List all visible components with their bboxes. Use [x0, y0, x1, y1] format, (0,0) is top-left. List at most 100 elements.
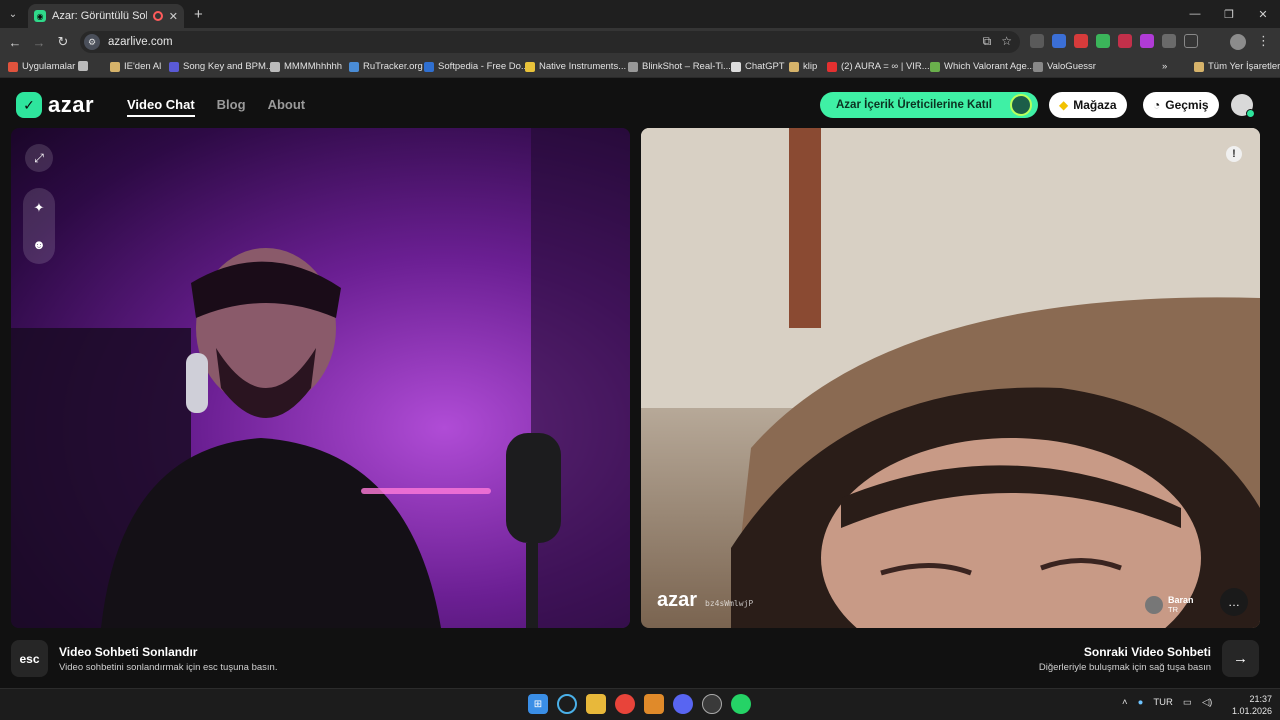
file-explorer-icon[interactable] [586, 694, 606, 714]
system-tray: ˄ ● TUR ▭ ◁) [1122, 697, 1212, 708]
back-button[interactable]: ← [3, 28, 27, 56]
effects-toolbar: ✦ ☻ [23, 188, 55, 264]
close-tab-icon[interactable]: ✕ [169, 10, 178, 23]
expand-icon[interactable]: ⤢ [25, 144, 53, 172]
bookmark-item[interactable]: Native Instruments... [525, 61, 626, 72]
peer-avatar [1145, 595, 1163, 614]
sparkle-effects-icon[interactable]: ✦ [27, 196, 51, 220]
bookmark-item[interactable]: klip [789, 61, 817, 72]
address-bar[interactable]: ⚙ azarlive.com ⧉ ☆ [80, 31, 1020, 53]
clock-date: 1.01.2026 [1232, 706, 1273, 716]
azar-logo[interactable]: ✓ azar [16, 92, 94, 118]
bookmark-item[interactable]: ChatGPT [731, 61, 785, 72]
face-filter-icon[interactable]: ☻ [27, 232, 51, 256]
network-icon[interactable]: ▭ [1183, 697, 1192, 708]
apps-icon [8, 61, 18, 72]
nav-video-chat[interactable]: Video Chat [127, 97, 195, 117]
main-nav: Video Chat Blog About [127, 97, 305, 117]
extension-icon[interactable] [1096, 34, 1110, 48]
fl-studio-icon[interactable] [644, 694, 664, 714]
chat-bubble-icon[interactable]: … [1220, 588, 1248, 616]
shop-label: Mağaza [1073, 98, 1117, 112]
extension-icon[interactable] [1074, 34, 1088, 48]
reload-button[interactable]: ↻ [51, 28, 75, 56]
bookmark-item[interactable]: Song Key and BPM... [169, 61, 274, 72]
end-chat-button[interactable]: esc [11, 640, 48, 677]
nav-blog[interactable]: Blog [217, 97, 246, 117]
language-indicator[interactable]: TUR [1153, 697, 1173, 708]
extension-icon[interactable] [1030, 34, 1044, 48]
site-info-icon[interactable]: ⚙ [84, 34, 100, 50]
bookmark-star-icon[interactable]: ☆ [1001, 34, 1012, 49]
forward-button[interactable]: → [27, 28, 51, 56]
next-chat-button[interactable]: → [1222, 640, 1259, 677]
extension-icon[interactable] [1118, 34, 1132, 48]
app-icon[interactable] [702, 694, 722, 714]
next-chat-description: Diğerleriyle buluşmak için sağ tuşa bası… [1038, 662, 1211, 673]
remote-video-scene [641, 128, 1260, 628]
bookmark-item[interactable]: (2) AURA = ∞ | VIR... [827, 61, 930, 72]
bookmark-item[interactable]: MMMMhhhhh [270, 61, 342, 72]
microphone-icon[interactable]: ● [1138, 697, 1144, 708]
arrow-right-icon: → [1233, 650, 1248, 667]
azar-logo-icon: ✓ [16, 92, 42, 118]
bookmark-item[interactable]: Which Valorant Age... [930, 61, 1035, 72]
chrome-icon[interactable] [615, 694, 635, 714]
minimize-button[interactable]: — [1178, 0, 1212, 28]
online-status-icon [1246, 109, 1255, 118]
more-bookmarks-icon[interactable]: » [1162, 61, 1167, 72]
watermark-id: bz4sWmlwjP [705, 599, 754, 608]
bookmark-item[interactable]: Uygulamalar [8, 61, 75, 72]
bookmark-item[interactable]: RuTracker.org [349, 61, 423, 72]
azar-favicon-icon: ◉ [34, 10, 46, 22]
volume-icon[interactable]: ◁) [1202, 697, 1212, 708]
gem-icon: ◆ [1059, 98, 1069, 112]
puzzle-icon[interactable] [1162, 34, 1176, 48]
new-tab-button[interactable]: + [194, 6, 203, 23]
grid-icon[interactable] [78, 61, 88, 71]
restore-button[interactable]: ❐ [1212, 0, 1246, 28]
whatsapp-icon[interactable] [731, 694, 751, 714]
peer-name: Baran [1168, 595, 1194, 605]
user-avatar[interactable] [1231, 94, 1255, 118]
folder-icon [110, 61, 120, 72]
bookmark-item[interactable]: IE'den Al [110, 61, 161, 72]
start-icon[interactable]: ⊞ [528, 694, 548, 714]
remote-video: ! azar bz4sWmlwjP Baran TR … [641, 128, 1260, 628]
discord-icon[interactable] [673, 694, 693, 714]
bookmark-item[interactable]: BlinkShot – Real-Ti... [628, 61, 731, 72]
shop-button[interactable]: ◆ Mağaza [1049, 92, 1127, 118]
report-icon[interactable]: ! [1226, 146, 1242, 162]
extension-icon[interactable] [1052, 34, 1066, 48]
close-window-button[interactable]: ✕ [1246, 0, 1280, 28]
creator-join-button[interactable]: Azar İçerik Üreticilerine Katıl [820, 92, 1038, 118]
clock-time: 21:37 [1249, 694, 1273, 704]
end-chat-title: Video Sohbeti Sonlandır [59, 645, 198, 659]
nav-about[interactable]: About [268, 97, 306, 117]
folder-icon [789, 61, 799, 72]
system-clock[interactable]: 21:37 1.01.2026 [1232, 693, 1272, 717]
reading-list-icon[interactable] [1184, 34, 1198, 48]
peer-info[interactable]: Baran TR [1145, 595, 1194, 614]
peer-country: TR [1168, 605, 1178, 614]
bookmarks-bar: Uygulamalar IE'den Al Song Key and BPM..… [0, 56, 1280, 78]
history-button[interactable]: ◔ Geçmiş [1143, 92, 1219, 118]
extension-icon[interactable] [1140, 34, 1154, 48]
menu-icon[interactable]: ⋮ [1257, 33, 1270, 49]
local-video-scene [11, 128, 630, 628]
call-controls: esc Video Sohbeti Sonlandır Video sohbet… [0, 636, 1280, 686]
all-bookmarks[interactable]: Tüm Yer İşaretleri [1194, 61, 1280, 72]
creator-join-label: Azar İçerik Üreticilerine Katıl [836, 99, 992, 111]
azar-watermark: azar bz4sWmlwjP [657, 589, 753, 612]
tab-title: Azar: Görüntülü Sohbet & [52, 10, 147, 22]
bookmark-item[interactable]: ValoGuessr [1033, 61, 1096, 72]
folder-icon [1194, 61, 1204, 72]
chevron-up-icon[interactable]: ˄ [1122, 697, 1128, 708]
search-icon[interactable] [557, 694, 577, 714]
local-video: ⤢ ✦ ☻ [11, 128, 630, 628]
browser-tab[interactable]: ◉ Azar: Görüntülü Sohbet & ✕ [28, 4, 184, 28]
install-app-icon[interactable]: ⧉ [983, 34, 992, 49]
profile-avatar[interactable] [1230, 34, 1246, 50]
bookmark-item[interactable]: Softpedia - Free Do... [424, 61, 529, 72]
tab-search-icon[interactable]: ⌄ [0, 0, 26, 28]
